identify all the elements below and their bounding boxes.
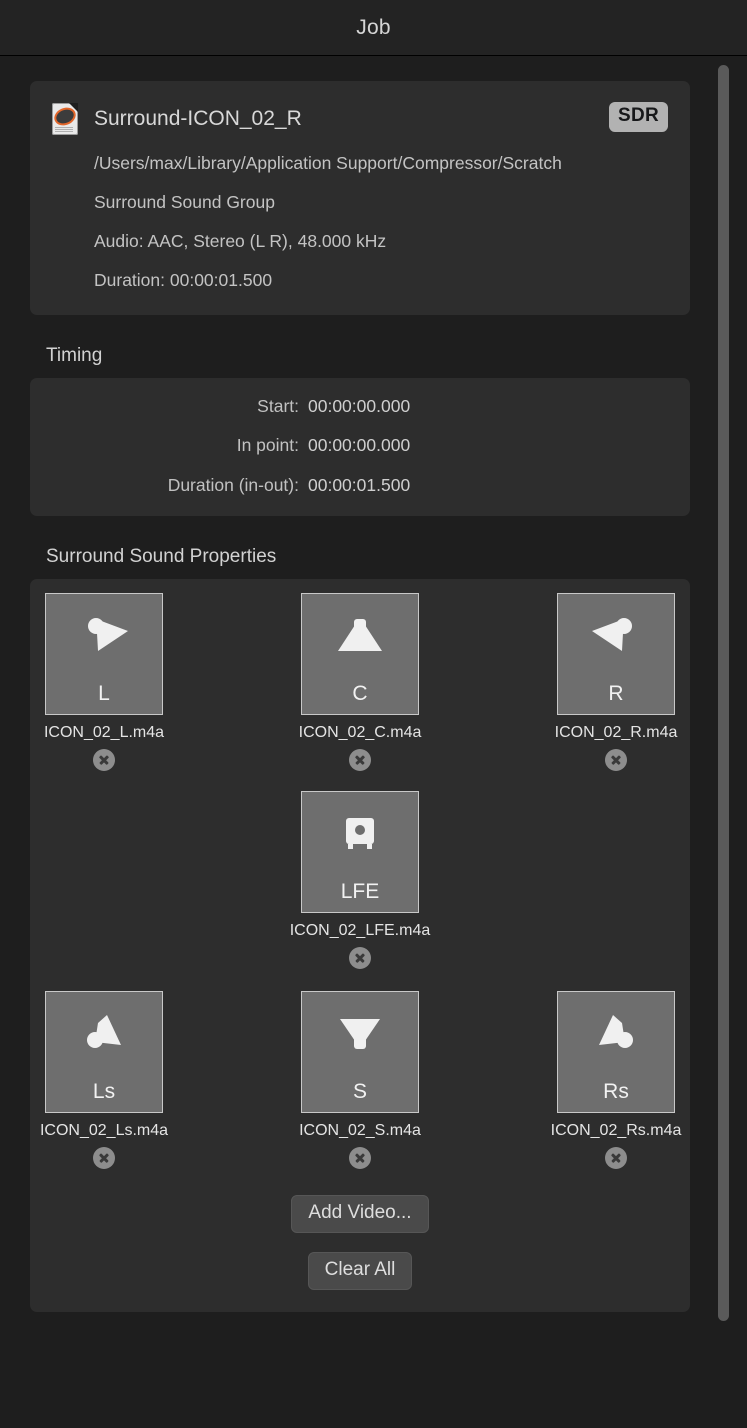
surround-filename-S: ICON_02_S.m4a [299, 1122, 421, 1140]
surround-letter-R: R [608, 683, 623, 704]
status-badge-sdr: SDR [609, 102, 668, 132]
timing-label-in-point: In point: [30, 437, 308, 455]
surround-letter-Ls: Ls [93, 1081, 115, 1102]
surround-tile-R[interactable]: R [557, 593, 675, 715]
file-info-card: SDR Surround-ICON_02_R /Users/max/Librar… [30, 81, 690, 315]
file-path: /Users/max/Library/Application Support/C… [52, 151, 666, 175]
surround-tile-S[interactable]: S [301, 991, 419, 1113]
document-text-lines [55, 127, 73, 132]
vertical-scrollbar-thumb[interactable] [718, 65, 729, 1321]
surround-filename-L: ICON_02_L.m4a [44, 724, 164, 742]
document-media-icon [52, 103, 78, 135]
surround-letter-S: S [353, 1081, 367, 1102]
job-inspector-window: Job SDR Surround-ICON_02_R /Us [0, 0, 747, 1428]
add-video-button[interactable]: Add Video... [291, 1195, 428, 1233]
surround-channel-C[interactable]: C ICON_02_C.m4a [286, 593, 434, 771]
surround-channel-S[interactable]: S ICON_02_S.m4a [286, 991, 434, 1169]
surround-tile-LFE[interactable]: LFE [301, 791, 419, 913]
speaker-right-surround-icon [558, 1004, 674, 1066]
inspector-content: SDR Surround-ICON_02_R /Users/max/Librar… [30, 81, 690, 1312]
timing-card: Start: 00:00:00.000 In point: 00:00:00.0… [30, 378, 690, 517]
surround-section-title: Surround Sound Properties [46, 546, 690, 568]
clear-all-button[interactable]: Clear All [308, 1252, 413, 1290]
timing-value-start: 00:00:00.000 [308, 398, 410, 416]
surround-filename-Rs: ICON_02_Rs.m4a [551, 1122, 682, 1140]
vertical-scrollbar-track[interactable] [723, 61, 739, 1421]
surround-channel-L[interactable]: L ICON_02_L.m4a [30, 593, 178, 771]
window-titlebar: Job [0, 0, 747, 56]
window-title: Job [356, 16, 390, 40]
add-video-row: Add Video... [30, 1195, 690, 1233]
surround-row-lfe: LFE ICON_02_LFE.m4a [30, 791, 690, 969]
surround-letter-LFE: LFE [341, 881, 380, 902]
remove-channel-LFE-button[interactable] [349, 947, 371, 969]
inspector-scroll-area[interactable]: SDR Surround-ICON_02_R /Users/max/Librar… [0, 57, 747, 1428]
surround-filename-R: ICON_02_R.m4a [555, 724, 678, 742]
speaker-center-icon [302, 606, 418, 668]
remove-channel-L-button[interactable] [93, 749, 115, 771]
timing-section-title: Timing [46, 345, 690, 367]
file-info-header: Surround-ICON_02_R [52, 103, 666, 135]
remove-channel-C-button[interactable] [349, 749, 371, 771]
surround-filename-Ls: ICON_02_Ls.m4a [40, 1122, 168, 1140]
surround-channel-LFE[interactable]: LFE ICON_02_LFE.m4a [274, 791, 446, 969]
speaker-left-surround-icon [46, 1004, 162, 1066]
remove-channel-S-button[interactable] [349, 1147, 371, 1169]
surround-letter-L: L [98, 683, 110, 704]
remove-channel-Rs-button[interactable] [605, 1147, 627, 1169]
surround-letter-C: C [352, 683, 367, 704]
surround-tile-C[interactable]: C [301, 593, 419, 715]
file-name: Surround-ICON_02_R [94, 107, 302, 131]
timing-row-start: Start: 00:00:00.000 [30, 398, 690, 416]
remove-channel-Ls-button[interactable] [93, 1147, 115, 1169]
file-group: Surround Sound Group [52, 190, 666, 214]
speaker-right-icon [558, 606, 674, 668]
timing-row-in-point: In point: 00:00:00.000 [30, 437, 690, 455]
surround-row-front: L ICON_02_L.m4a [30, 593, 690, 771]
file-duration: Duration: 00:00:01.500 [52, 268, 666, 292]
subwoofer-icon [302, 804, 418, 866]
surround-channel-Ls[interactable]: Ls ICON_02_Ls.m4a [30, 991, 178, 1169]
surround-tile-Ls[interactable]: Ls [45, 991, 163, 1113]
surround-properties-card: L ICON_02_L.m4a [30, 579, 690, 1312]
surround-tile-L[interactable]: L [45, 593, 163, 715]
surround-filename-LFE: ICON_02_LFE.m4a [290, 922, 431, 940]
timing-value-in-point: 00:00:00.000 [308, 437, 410, 455]
surround-letter-Rs: Rs [603, 1081, 629, 1102]
timing-row-duration: Duration (in-out): 00:00:01.500 [30, 477, 690, 495]
surround-filename-C: ICON_02_C.m4a [299, 724, 422, 742]
surround-row-rear: Ls ICON_02_Ls.m4a [30, 991, 690, 1169]
surround-channel-R[interactable]: R ICON_02_R.m4a [542, 593, 690, 771]
timing-value-duration: 00:00:01.500 [308, 477, 410, 495]
clear-all-row: Clear All [30, 1252, 690, 1290]
speaker-left-icon [46, 606, 162, 668]
timing-label-duration: Duration (in-out): [30, 477, 308, 495]
file-audio-properties: Audio: AAC, Stereo (L R), 48.000 kHz [52, 229, 666, 253]
remove-channel-R-button[interactable] [605, 749, 627, 771]
surround-channel-Rs[interactable]: Rs ICON_02_Rs.m4a [542, 991, 690, 1169]
surround-tile-Rs[interactable]: Rs [557, 991, 675, 1113]
timing-label-start: Start: [30, 398, 308, 416]
speaker-surround-icon [302, 1004, 418, 1066]
